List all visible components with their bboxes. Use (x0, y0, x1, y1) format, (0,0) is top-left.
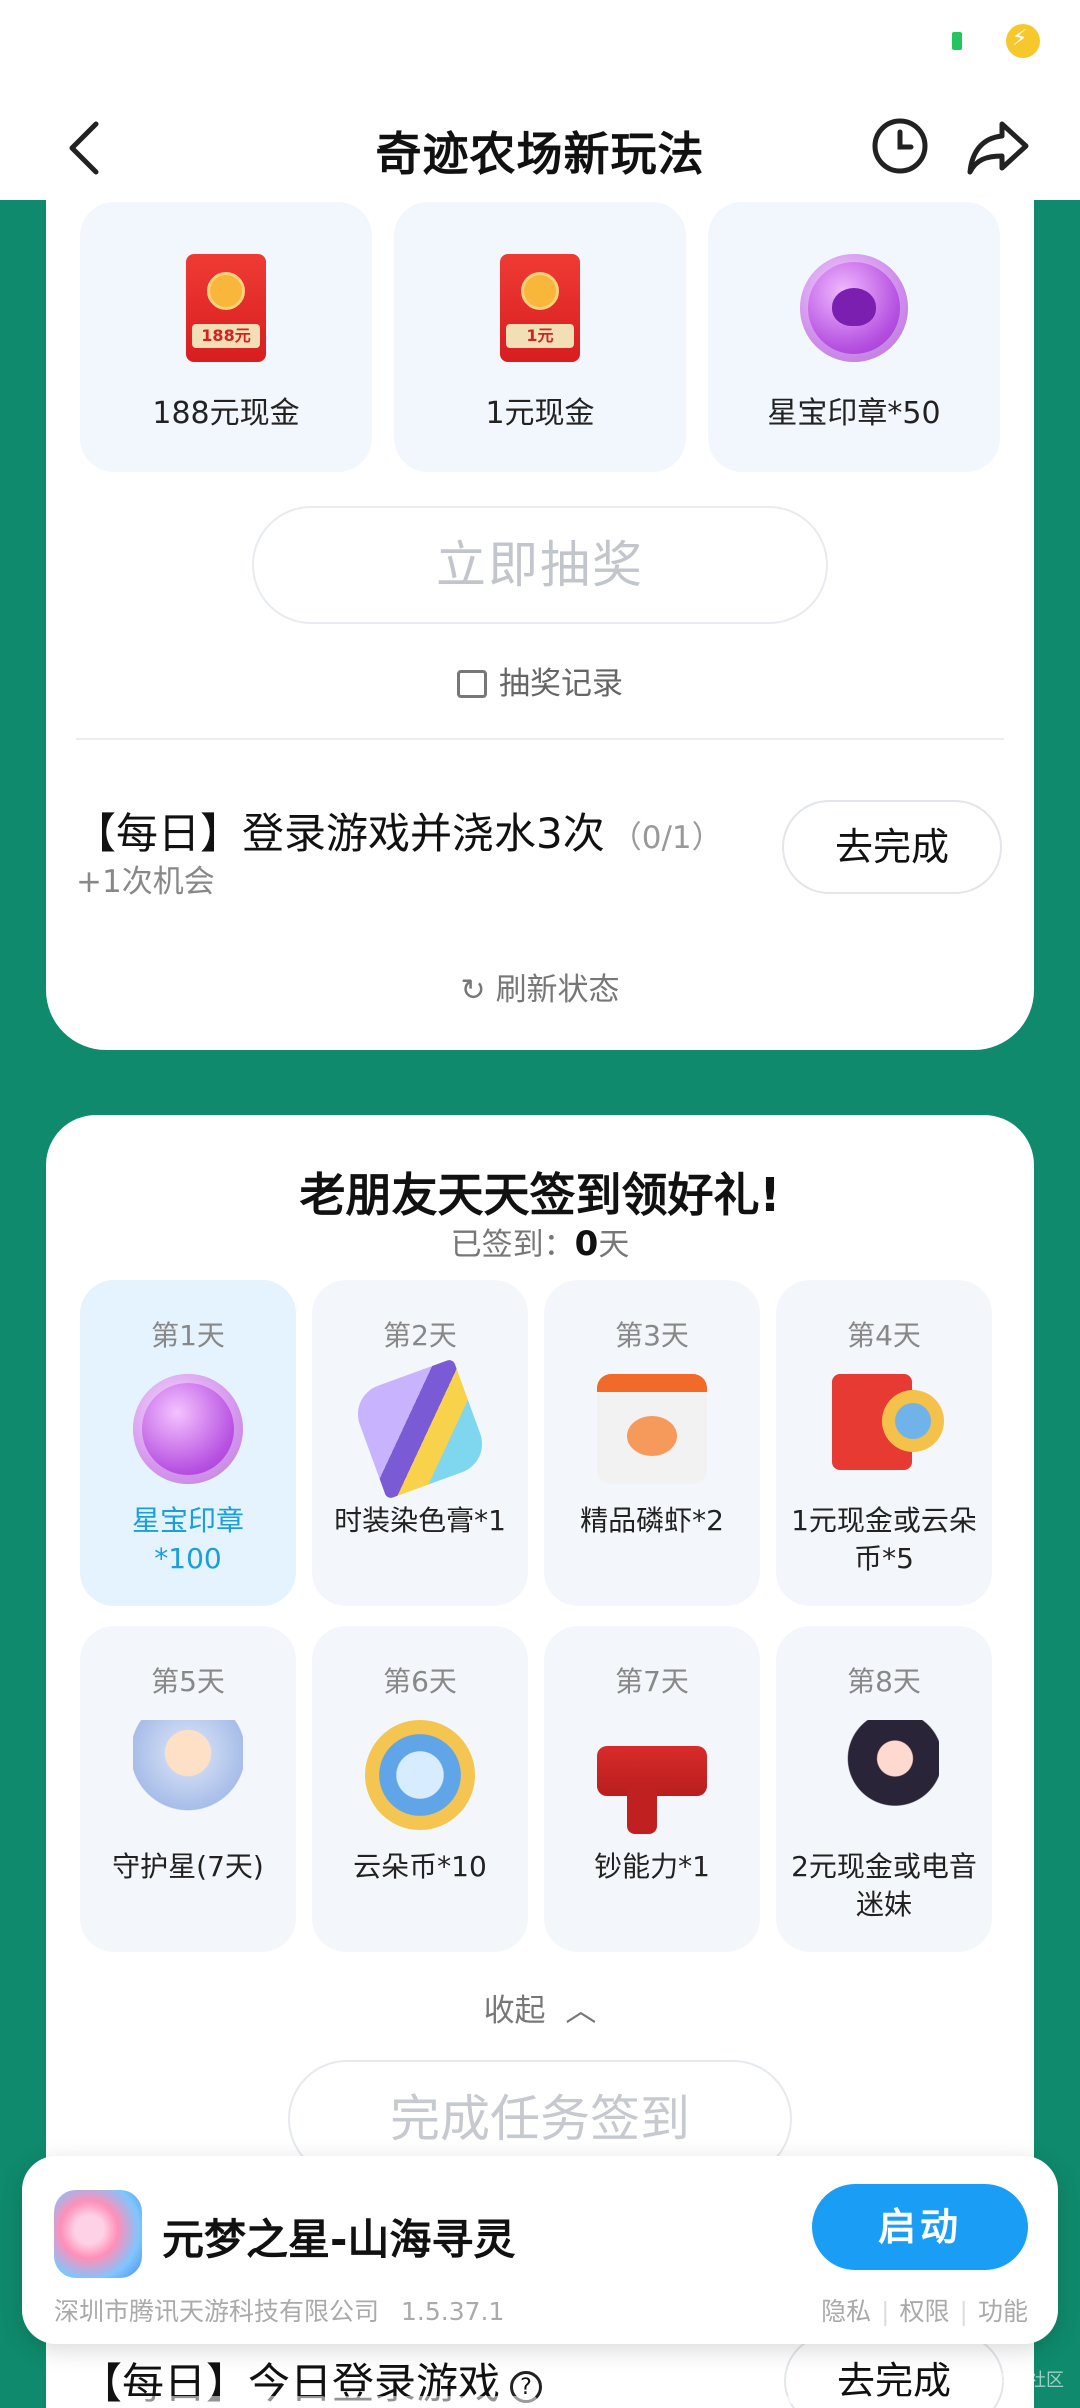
star-seal-icon (800, 254, 908, 362)
collapse-toggle[interactable]: 收起 ︿ (46, 1985, 1034, 2030)
day-label: 第7天 (615, 1665, 689, 1698)
reward-name: 2元现金或电音迷妹 (791, 1850, 977, 1921)
home-indicator[interactable] (120, 2396, 960, 2404)
signin-day-3[interactable]: 第3天 精品磷虾*2 (544, 1280, 760, 1606)
star-seal-icon (133, 1374, 243, 1484)
top-bar: 奇迹农场新玩法 (0, 0, 1080, 200)
prize-card-1: 1元 1元现金 (394, 202, 686, 472)
refresh-icon: ↻ (460, 973, 486, 1008)
share-icon[interactable] (966, 116, 1030, 176)
app-launch-bar: 元梦之星-山海寻灵 启动 深圳市腾讯天游科技有限公司 1.5.37.1 隐私 | 权限… (22, 2156, 1058, 2344)
signin-day-2[interactable]: 第2天 时装染色膏*1 (312, 1280, 528, 1606)
collapse-label: 收起 (483, 1993, 546, 2029)
signin-day-4[interactable]: 第4天 1元现金或云朵币*5 (776, 1280, 992, 1606)
day-label: 第4天 (847, 1319, 921, 1352)
prize-label: 星宝印章*50 (767, 396, 941, 431)
go-complete-button[interactable]: 去完成 (782, 800, 1002, 894)
signin-day-7[interactable]: 第7天 钞能力*1 (544, 1626, 760, 1952)
daily-task-title: 【每日】登录游戏并浇水3次 （0/1） (74, 800, 723, 861)
day-label: 第2天 (383, 1319, 457, 1352)
app-links: 隐私 | 权限 | 功能 (821, 2297, 1028, 2326)
envelope-amount: 188元 (192, 324, 260, 348)
signin-day-5[interactable]: 第5天 守护星(7天) (80, 1626, 296, 1952)
money-gun-icon (597, 1746, 707, 1834)
signed-days: 已签到：0天 (46, 1219, 1034, 1264)
privacy-link[interactable]: 隐私 (821, 2297, 871, 2326)
signed-prefix: 已签到： (450, 1227, 575, 1263)
permissions-link[interactable]: 权限 (900, 2297, 950, 2326)
developer-name: 深圳市腾讯天游科技有限公司 (54, 2297, 380, 2326)
signed-count: 0 (574, 1224, 599, 1264)
app-meta: 深圳市腾讯天游科技有限公司 1.5.37.1 (54, 2292, 504, 2328)
red-envelope-icon: 188元 (186, 254, 266, 362)
task-title-text: 【每日】登录游戏并浇水3次 (74, 809, 605, 858)
reward-name: 1元现金或云朵币*5 (791, 1504, 977, 1575)
envelope-coin-icon (832, 1374, 944, 1470)
charging-icon (1006, 24, 1040, 58)
app-icon[interactable] (54, 2190, 142, 2278)
reward-name: 云朵币*10 (353, 1850, 487, 1883)
signin-day-8[interactable]: 第8天 2元现金或电音迷妹 (776, 1626, 992, 1952)
draw-now-button[interactable]: 立即抽奖 (252, 506, 828, 624)
dye-tube-icon (349, 1358, 491, 1500)
signin-day-1[interactable]: 第1天 星宝印章 *100 (80, 1280, 296, 1606)
chevron-up-icon: ︿ (565, 1993, 597, 2029)
signed-suffix: 天 (598, 1227, 630, 1263)
app-name: 元梦之星-山海寻灵 (162, 2215, 516, 2264)
draw-record-link[interactable]: 抽奖记录 (46, 658, 1034, 703)
prize-card-seal: 星宝印章*50 (708, 202, 1000, 472)
guardian-doll-icon (133, 1720, 243, 1830)
signal-indicator (952, 32, 962, 50)
draw-record-label: 抽奖记录 (499, 666, 623, 702)
day-label: 第1天 (151, 1319, 225, 1352)
header: 奇迹农场新玩法 (0, 100, 1080, 196)
status-bar (952, 24, 1040, 58)
prize-card-188: 188元 188元现金 (80, 202, 372, 472)
envelope-amount: 1元 (506, 324, 574, 348)
task-progress: （0/1） (610, 820, 723, 856)
envelope-girl-icon (829, 1720, 939, 1830)
prize-label: 188元现金 (152, 396, 300, 431)
watermark: 游戏社区 (992, 2370, 1064, 2391)
cloud-coin-icon (365, 1720, 475, 1830)
lottery-card: 188元 188元现金 1元 1元现金 星宝印章*50 立即抽奖 抽奖记录 【每… (46, 150, 1034, 1050)
day-label: 第5天 (151, 1665, 225, 1698)
prize-label: 1元现金 (485, 396, 595, 431)
features-link[interactable]: 功能 (978, 2297, 1028, 2326)
gift-icon (457, 670, 487, 698)
signin-day-6[interactable]: 第6天 云朵币*10 (312, 1626, 528, 1952)
app-version: 1.5.37.1 (401, 2297, 505, 2326)
launch-button[interactable]: 启动 (812, 2184, 1028, 2270)
reward-name: 精品磷虾*2 (580, 1504, 724, 1537)
reward-name: 守护星(7天) (112, 1850, 264, 1883)
shrimp-pack-icon (597, 1374, 707, 1484)
day-label: 第6天 (383, 1665, 457, 1698)
reward-name: 时装染色膏*1 (334, 1504, 506, 1537)
divider (76, 738, 1004, 740)
history-clock-icon[interactable] (870, 116, 930, 176)
refresh-label: 刷新状态 (495, 972, 620, 1008)
red-envelope-icon: 1元 (500, 254, 580, 362)
refresh-status-link[interactable]: ↻ 刷新状态 (46, 964, 1034, 1009)
reward-name: 钞能力*1 (594, 1850, 710, 1883)
signin-title: 老朋友天天签到领好礼! (299, 1168, 781, 1222)
day-label: 第8天 (847, 1665, 921, 1698)
task-reward: +1次机会 (76, 864, 215, 900)
reward-name: 星宝印章 *100 (131, 1504, 244, 1575)
day-label: 第3天 (615, 1319, 689, 1352)
